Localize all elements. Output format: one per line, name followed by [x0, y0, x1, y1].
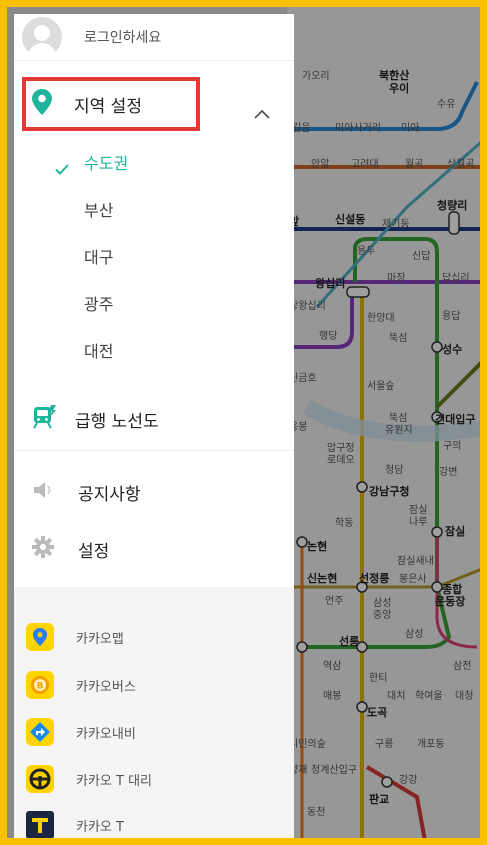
app-frame: 가오리 북한산 우이 수유 길음 미아사거리 미아 안암 고려대 월곡 상월곡 … — [0, 0, 487, 845]
check-icon — [55, 160, 69, 179]
region-settings-header[interactable]: 지역 설정 — [22, 77, 200, 131]
region-item-daegu[interactable]: 대구 — [84, 244, 113, 268]
express-train-icon — [31, 404, 57, 434]
region-item-gwangju[interactable]: 광주 — [84, 291, 113, 315]
express-map-menu[interactable]: 급행 노선도 — [14, 394, 294, 444]
app-item-kakao-navi[interactable]: 카카오내비 — [14, 712, 294, 752]
gear-icon — [32, 536, 54, 562]
location-pin-icon — [32, 89, 52, 119]
app-item-kakao-t[interactable]: 카카오 T — [14, 805, 294, 838]
region-settings-title: 지역 설정 — [74, 96, 142, 117]
kakao-t-icon — [26, 811, 54, 838]
app-label: 카카오 T 대리 — [76, 773, 153, 789]
notice-menu[interactable]: 공지사항 — [14, 470, 294, 514]
region-item-busan[interactable]: 부산 — [84, 197, 113, 221]
chevron-up-icon[interactable] — [254, 104, 270, 123]
notice-label: 공지사항 — [78, 484, 141, 505]
map-dim-overlay[interactable] — [287, 7, 480, 838]
region-item-daejeon[interactable]: 대전 — [84, 338, 113, 362]
side-drawer: 로그인하세요 지역 설정 수도권 부산 대구 광주 대전 급행 노선도 공지사항… — [14, 14, 294, 838]
app-label: 카카오 T — [76, 819, 124, 835]
app-label: 카카오내비 — [76, 726, 136, 742]
kakao-map-icon — [26, 623, 54, 651]
login-prompt: 로그인하세요 — [84, 30, 162, 46]
menu-divider — [14, 450, 294, 451]
related-apps-section: 카카오맵 B 카카오버스 카카오내비 카카오 T 대리 카카오 T — [14, 587, 294, 838]
avatar — [22, 17, 62, 57]
region-item-capital[interactable]: 수도권 — [84, 150, 128, 174]
profile-row[interactable]: 로그인하세요 — [14, 14, 294, 61]
kakao-navi-icon — [26, 718, 54, 746]
settings-menu[interactable]: 설정 — [14, 527, 294, 571]
app-label: 카카오버스 — [76, 679, 136, 695]
app-item-kakao-bus[interactable]: B 카카오버스 — [14, 665, 294, 705]
app-item-kakao-t-driver[interactable]: 카카오 T 대리 — [14, 759, 294, 799]
express-map-label: 급행 노선도 — [75, 411, 159, 432]
speaker-icon — [32, 481, 54, 503]
app-label: 카카오맵 — [76, 631, 124, 647]
settings-label: 설정 — [78, 541, 110, 562]
app-item-kakao-map[interactable]: 카카오맵 — [14, 617, 294, 657]
kakao-bus-icon: B — [26, 671, 54, 699]
kakao-t-driver-icon — [26, 765, 54, 793]
svg-text:B: B — [37, 682, 44, 692]
